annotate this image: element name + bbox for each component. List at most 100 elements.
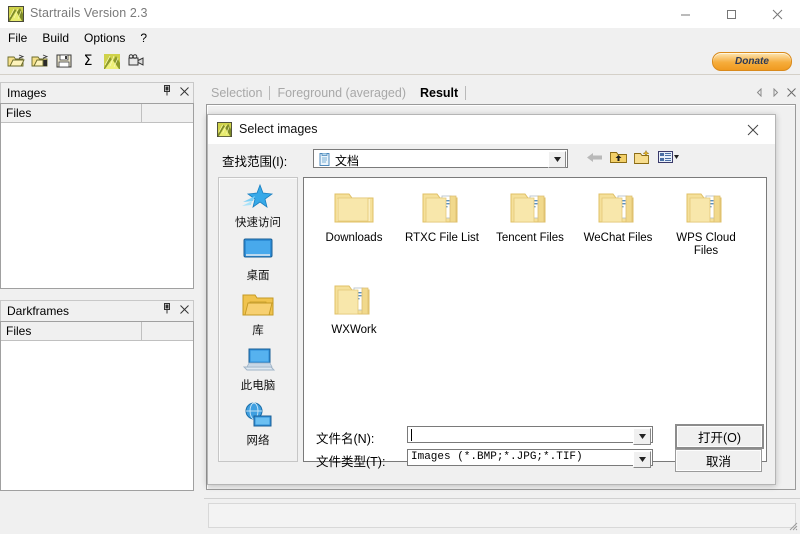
tab-foreground-averaged[interactable]: Foreground (averaged) — [270, 84, 413, 102]
sum-sigma-icon[interactable]: Σ — [78, 51, 98, 71]
file-name-label: 文件名(N): — [316, 428, 374, 447]
place-this-pc[interactable]: 此电脑 — [219, 343, 297, 398]
startrails-app-icon — [217, 122, 232, 137]
startrails-icon[interactable] — [102, 51, 122, 71]
file-type-combobox[interactable]: Images (*.BMP;*.JPG;*.TIF) — [407, 449, 653, 466]
look-in-label: 查找范围(I): — [222, 151, 287, 170]
column-blank[interactable] — [142, 104, 193, 122]
desktop-monitor-icon — [242, 237, 274, 266]
tab-nav — [755, 86, 796, 100]
menu-options[interactable]: Options — [77, 29, 132, 47]
video-camera-icon[interactable] — [126, 51, 146, 71]
menu-help[interactable]: ? — [133, 29, 154, 47]
file-list-view[interactable]: Downloads RTXC File List — [303, 177, 767, 462]
folder-doc-icon — [684, 188, 728, 229]
save-icon[interactable] — [54, 51, 74, 71]
images-panel-title: Images — [7, 86, 46, 100]
column-files[interactable]: Files — [1, 322, 142, 340]
dialog-title: Select images — [239, 122, 318, 136]
file-item-rtxc-file-list[interactable]: RTXC File List — [398, 184, 486, 276]
back-arrow-icon[interactable] — [586, 151, 603, 167]
places-sidebar: 快速访问 桌面 — [218, 177, 298, 462]
close-icon[interactable] — [754, 0, 800, 28]
minimize-icon[interactable] — [662, 0, 708, 28]
menu-file[interactable]: File — [1, 29, 34, 47]
place-library[interactable]: 库 — [219, 288, 297, 343]
documents-folder-icon — [318, 153, 331, 169]
open-button[interactable]: 打开(O) — [675, 424, 764, 449]
dialog-close-icon[interactable] — [731, 115, 775, 144]
file-name-input[interactable] — [407, 426, 653, 443]
tab-separator — [465, 86, 466, 100]
dialog-title-bar: Select images — [208, 115, 775, 144]
file-name: RTXC File List — [405, 232, 479, 245]
close-panel-icon[interactable] — [180, 85, 189, 99]
look-in-combobox[interactable]: 文档 — [313, 149, 568, 168]
network-globe-icon — [242, 402, 274, 431]
place-label: 网络 — [247, 432, 270, 448]
darkframes-panel: Darkframes Files — [0, 300, 194, 490]
file-item-tencent-files[interactable]: Tencent Files — [486, 184, 574, 276]
cancel-button[interactable]: 取消 — [675, 449, 762, 472]
darkframes-panel-header: Darkframes — [0, 300, 194, 321]
file-name: Downloads — [326, 232, 383, 245]
file-item-wps-cloud-files[interactable]: WPS Cloud Files — [662, 184, 750, 276]
quick-access-star-icon — [241, 182, 275, 213]
close-tab-icon[interactable] — [787, 86, 796, 100]
close-panel-icon[interactable] — [180, 303, 189, 317]
resize-grip-icon[interactable] — [786, 519, 798, 531]
new-folder-icon[interactable] — [634, 150, 651, 167]
file-item-downloads[interactable]: Downloads — [310, 184, 398, 276]
title-bar: Startrails Version 2.3 — [0, 0, 800, 28]
folder-doc-icon — [508, 188, 552, 229]
this-pc-icon — [242, 347, 275, 376]
file-item-wechat-files[interactable]: WeChat Files — [574, 184, 662, 276]
maximize-icon[interactable] — [708, 0, 754, 28]
place-label: 快速访问 — [235, 214, 281, 230]
place-network[interactable]: 网络 — [219, 398, 297, 453]
place-label: 桌面 — [247, 267, 270, 283]
library-folder-icon — [242, 292, 274, 321]
menu-build[interactable]: Build — [35, 29, 76, 47]
chevron-down-icon[interactable] — [548, 151, 566, 168]
menu-bar: File Build Options ? — [0, 28, 800, 47]
status-bar-inner — [208, 503, 796, 528]
dialog-nav-toolbar — [586, 150, 680, 167]
file-name-dropdown-icon[interactable] — [633, 428, 651, 445]
startrails-app-icon — [8, 6, 24, 22]
next-arrow-icon[interactable] — [771, 86, 780, 100]
folder-doc-icon — [332, 280, 376, 321]
prev-arrow-icon[interactable] — [755, 86, 764, 100]
darkframes-file-list[interactable]: Files — [0, 321, 194, 491]
file-item-wxwork[interactable]: WXWork — [310, 276, 398, 368]
images-panel-header: Images — [0, 82, 194, 103]
pin-icon[interactable] — [162, 303, 172, 317]
up-folder-icon[interactable] — [610, 150, 627, 167]
startrails-window: Startrails Version 2.3 File Build Option… — [0, 0, 800, 533]
file-name: Tencent Files — [496, 232, 564, 245]
tab-result[interactable]: Result — [413, 84, 465, 102]
column-files[interactable]: Files — [1, 104, 142, 122]
open-darkframes-icon[interactable] — [30, 51, 50, 71]
file-name: WeChat Files — [584, 232, 653, 245]
look-in-value: 文档 — [335, 152, 359, 169]
tab-strip: Selection Foreground (averaged) Result — [204, 82, 800, 104]
open-images-icon[interactable] — [6, 51, 26, 71]
donate-button[interactable]: Donate — [712, 52, 792, 71]
images-file-list[interactable]: Files — [0, 103, 194, 289]
file-type-dropdown-icon[interactable] — [633, 451, 651, 468]
folder-doc-icon — [596, 188, 640, 229]
column-blank[interactable] — [142, 322, 193, 340]
views-icon[interactable] — [658, 151, 680, 167]
select-images-dialog: Select images 查找范围(I): 文档 — [207, 114, 776, 485]
place-label: 此电脑 — [241, 377, 276, 393]
place-desktop[interactable]: 桌面 — [219, 233, 297, 288]
window-controls — [662, 0, 800, 28]
pin-icon[interactable] — [162, 85, 172, 99]
file-type-label: 文件类型(T): — [316, 451, 385, 470]
folder-icon — [332, 188, 376, 229]
toolbar: Σ Donate — [0, 47, 800, 75]
file-type-value: Images (*.BMP;*.JPG;*.TIF) — [411, 451, 583, 463]
tab-selection[interactable]: Selection — [204, 84, 269, 102]
place-quick-access[interactable]: 快速访问 — [219, 178, 297, 233]
